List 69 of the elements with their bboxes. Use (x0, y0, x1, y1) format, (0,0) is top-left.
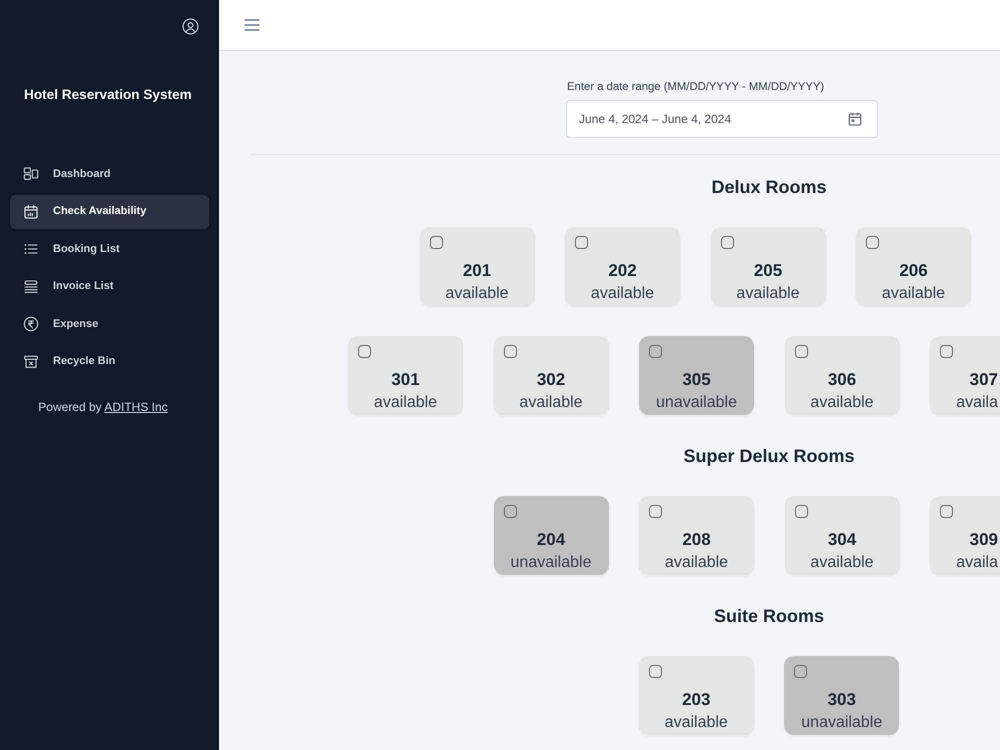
room-checkbox[interactable] (940, 505, 953, 518)
room-checkbox[interactable] (358, 345, 371, 358)
room-checkbox[interactable] (794, 505, 808, 518)
date-range-label: Enter a date range (MM/DD/YYYY - MM/DD/YYYY) (567, 80, 826, 94)
section-title: Super Delux Rooms (682, 445, 856, 467)
room-checkbox[interactable] (504, 345, 516, 358)
room-status: available (590, 284, 656, 304)
room-status: unavailable (510, 553, 592, 573)
room-status: available (444, 284, 510, 304)
room-status: available (809, 553, 875, 573)
app-title: Hotel Reservation System (24, 86, 193, 103)
room-number: 307 (968, 370, 998, 390)
room-status: availa (955, 553, 998, 573)
room-number: 305 (681, 370, 712, 390)
nav-item[interactable]: Recycle Bin (10, 344, 209, 378)
room-number: 309 (968, 530, 998, 550)
room-number: 302 (536, 370, 566, 390)
rupee-icon (23, 316, 39, 332)
section-title: Delux Rooms (710, 176, 828, 198)
menu-icon (244, 18, 260, 32)
room-status: available (880, 284, 946, 304)
room-status: available (809, 393, 875, 413)
nav-item[interactable]: Invoice List (10, 270, 209, 304)
calendar-icon (23, 204, 39, 220)
dashboard-icon (23, 166, 39, 182)
menu-button[interactable] (244, 18, 260, 32)
calendar-icon[interactable] (847, 111, 863, 127)
room-number: 301 (390, 370, 421, 390)
list-icon (23, 241, 39, 257)
room-status: available (735, 284, 801, 304)
room-number: 204 (536, 530, 566, 550)
nav-item[interactable]: Dashboard (10, 157, 209, 191)
room-number: 203 (681, 690, 712, 710)
room-checkbox[interactable] (866, 236, 879, 249)
room-number: 304 (826, 530, 858, 550)
room-checkbox[interactable] (649, 345, 662, 358)
room-number: 201 (462, 261, 492, 281)
room-checkbox[interactable] (648, 665, 662, 678)
room-checkbox[interactable] (649, 505, 662, 518)
room-number: 303 (826, 690, 857, 710)
room-number: 306 (826, 370, 858, 390)
room-status: unavailable (800, 713, 884, 733)
powered-by-text: Powered by ADITHS Inc (37, 400, 169, 414)
nav-item[interactable]: Expense (10, 307, 209, 341)
room-number: 206 (898, 261, 929, 281)
company-link[interactable]: ADITHS Inc (104, 400, 168, 414)
room-checkbox[interactable] (430, 236, 442, 249)
room-status: availa (955, 393, 998, 413)
room-number: 205 (752, 261, 784, 281)
user-icon[interactable] (182, 18, 199, 35)
room-checkbox[interactable] (794, 665, 808, 678)
section-title: Suite Rooms (712, 605, 825, 627)
room-status: available (664, 713, 729, 733)
room-status: available (372, 393, 438, 413)
room-number: 202 (607, 261, 638, 281)
nav-item[interactable]: Booking List (10, 232, 209, 266)
room-checkbox[interactable] (940, 345, 953, 358)
room-status: unavailable (655, 393, 738, 413)
room-number: 208 (681, 530, 712, 550)
room-checkbox[interactable] (720, 236, 734, 249)
nav-item[interactable]: Check Availability (10, 194, 209, 228)
room-checkbox[interactable] (794, 345, 808, 358)
room-status: available (518, 393, 584, 413)
stacked-lines-icon (23, 278, 39, 294)
bin-icon (23, 354, 39, 370)
room-checkbox[interactable] (504, 505, 516, 518)
room-checkbox[interactable] (575, 236, 588, 249)
date-range-field[interactable]: June 4, 2024 – June 4, 2024 (566, 100, 878, 138)
room-status: available (664, 553, 730, 573)
